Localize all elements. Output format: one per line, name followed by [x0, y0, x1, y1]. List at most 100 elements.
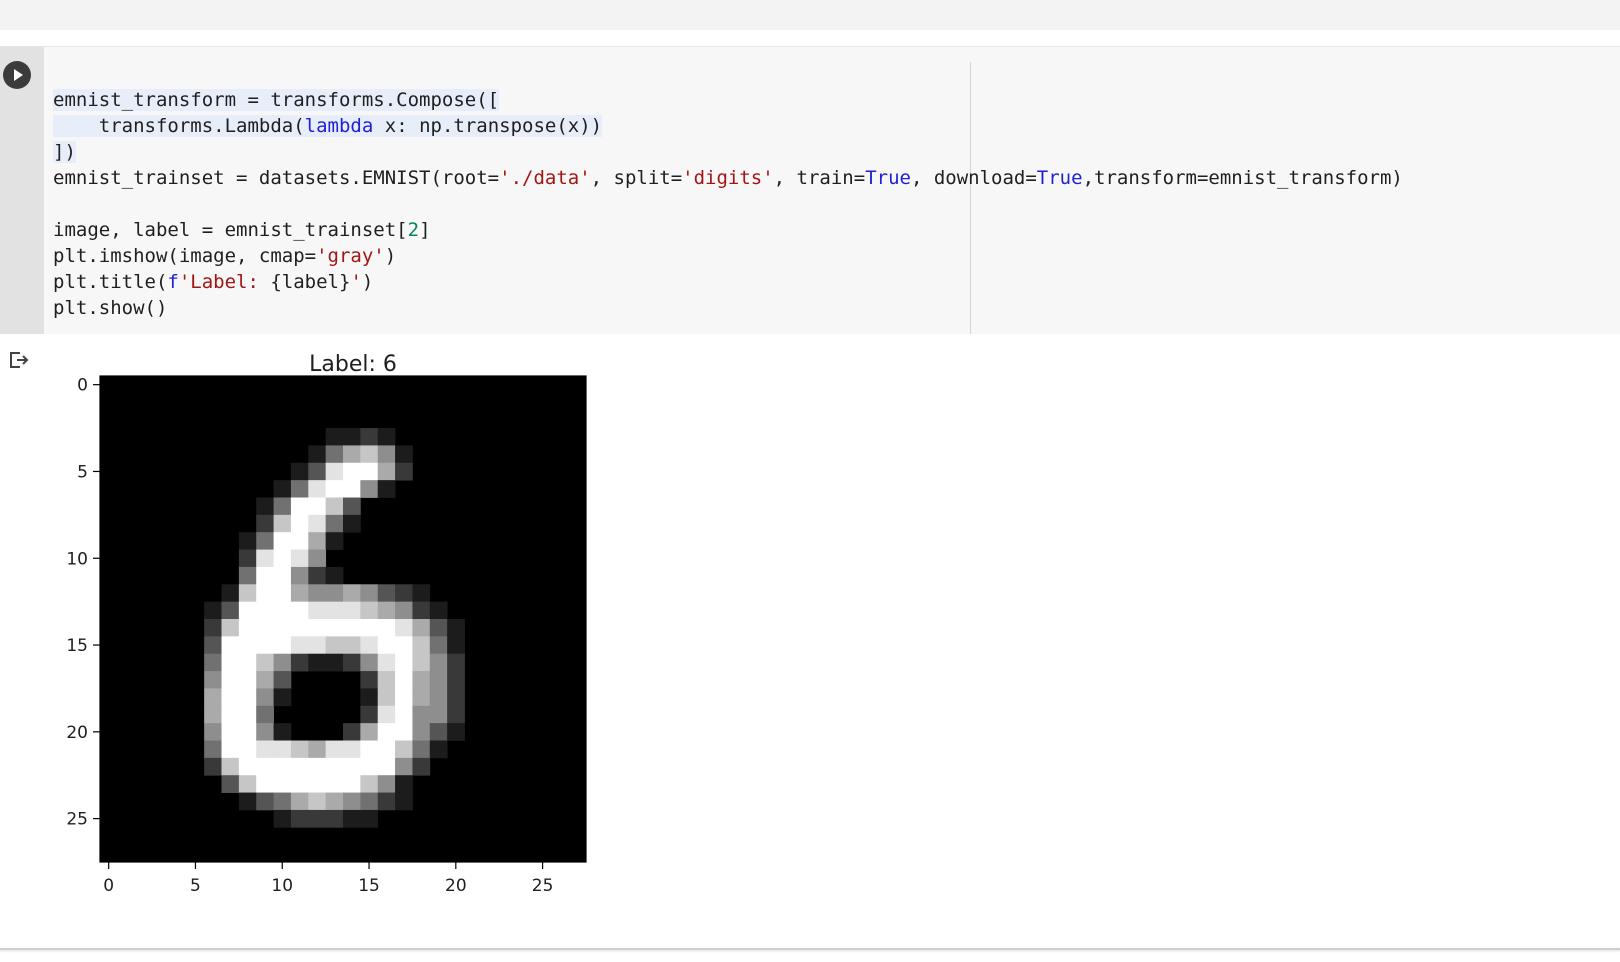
image-pixel [238, 775, 257, 793]
image-pixel [238, 566, 257, 585]
image-pixel [204, 723, 222, 741]
image-pixel [204, 653, 222, 672]
cell-bottom-border [0, 948, 1620, 950]
image-pixel [395, 653, 413, 672]
image-pixel [395, 723, 413, 741]
imshow-plot: 0 5 10 15 20 25 0 5 10 15 20 25 [66, 375, 587, 896]
image-pixel [395, 462, 413, 481]
image-pixel [325, 601, 344, 620]
image-pixel [325, 619, 344, 637]
image-pixel [256, 636, 274, 655]
code-token: ) [384, 245, 397, 267]
image-pixel [412, 723, 431, 741]
y-tick-label: 10 [66, 549, 88, 569]
image-pixel [256, 514, 274, 533]
image-pixel [325, 514, 344, 533]
image-pixel [377, 653, 396, 672]
image-pixel [377, 775, 396, 793]
run-cell-button[interactable] [3, 61, 31, 89]
image-pixel [377, 757, 396, 776]
image-pixel [204, 671, 222, 689]
code-token: './data' [499, 167, 591, 189]
image-pixel [290, 462, 309, 481]
image-pixel [412, 636, 431, 655]
image-pixel [204, 619, 222, 637]
image-pixel [256, 775, 274, 793]
code-token: 'Label: [178, 271, 271, 293]
image-pixel [290, 740, 309, 759]
image-pixel [395, 757, 413, 776]
image-pixel [308, 566, 327, 585]
image-pixel [343, 653, 361, 672]
code-token: 2 [407, 219, 420, 241]
image-pixel [429, 601, 448, 620]
image-pixel [360, 671, 379, 689]
image-pixel [377, 428, 396, 446]
image-pixel [343, 740, 361, 759]
image-pixel [360, 619, 379, 637]
cell-gutter [0, 47, 44, 334]
image-pixel [429, 723, 448, 741]
image-pixel [273, 740, 292, 759]
code-token: image, label = emnist_trainset[ [53, 219, 408, 241]
image-pixel [290, 636, 309, 655]
image-pixel [360, 740, 379, 759]
image-pixel [325, 584, 344, 603]
image-pixel [290, 566, 309, 585]
code-line: plt.show() [53, 295, 1403, 321]
image-pixel [256, 566, 274, 585]
image-pixel [204, 757, 222, 776]
image-pixel [325, 775, 344, 793]
image-pixel [447, 688, 465, 707]
image-pixel [395, 740, 413, 759]
image-pixel [412, 653, 431, 672]
image-pixel [325, 428, 344, 446]
image-pixel [360, 636, 379, 655]
code-editor[interactable]: emnist_transform = transforms.Compose([ … [53, 87, 1403, 321]
image-pixel [308, 775, 327, 793]
image-pixel [273, 532, 292, 550]
image-pixel [221, 705, 240, 724]
code-cell[interactable]: emnist_transform = transforms.Compose([ … [0, 46, 1620, 334]
image-pixel [256, 792, 274, 811]
image-pixel [290, 601, 309, 620]
image-pixel [308, 497, 327, 516]
notebook-top-bar [0, 0, 1620, 30]
image-pixel [290, 497, 309, 516]
image-pixel [238, 636, 257, 655]
image-pixel [273, 584, 292, 603]
image-pixel [273, 688, 292, 707]
code-token: plt.title( [53, 271, 168, 293]
image-pixel [343, 584, 361, 603]
image-pixel [308, 809, 327, 828]
code-line: plt.title(f'Label: {label}') [53, 269, 1403, 295]
x-tick-label: 0 [103, 876, 114, 896]
image-pixel [325, 462, 344, 481]
code-line: emnist_transform = transforms.Compose([ [53, 87, 1403, 113]
image-pixel [325, 532, 344, 550]
image-pixel [377, 601, 396, 620]
image-pixel [343, 601, 361, 620]
image-pixel [360, 688, 379, 707]
image-pixel [256, 601, 274, 620]
image-pixel [273, 792, 292, 811]
code-token: x: np.transpose(x)) [373, 115, 603, 137]
image-pixel [377, 671, 396, 689]
image-pixel [429, 636, 448, 655]
image-pixel [377, 688, 396, 707]
image-pixel [290, 514, 309, 533]
image-pixel [343, 757, 361, 776]
image-pixel [429, 653, 448, 672]
code-token: , split= [590, 167, 683, 189]
y-tick-label: 20 [66, 723, 88, 743]
image-pixel [238, 757, 257, 776]
image-pixel [308, 601, 327, 620]
image-pixel [377, 462, 396, 481]
image-pixel [343, 497, 361, 516]
image-pixel [377, 740, 396, 759]
image-pixel [238, 619, 257, 637]
image-pixel [238, 653, 257, 672]
code-token: emnist_trainset = datasets.EMNIST(root= [53, 167, 500, 189]
image-pixel [377, 792, 396, 811]
image-pixel [447, 636, 465, 655]
